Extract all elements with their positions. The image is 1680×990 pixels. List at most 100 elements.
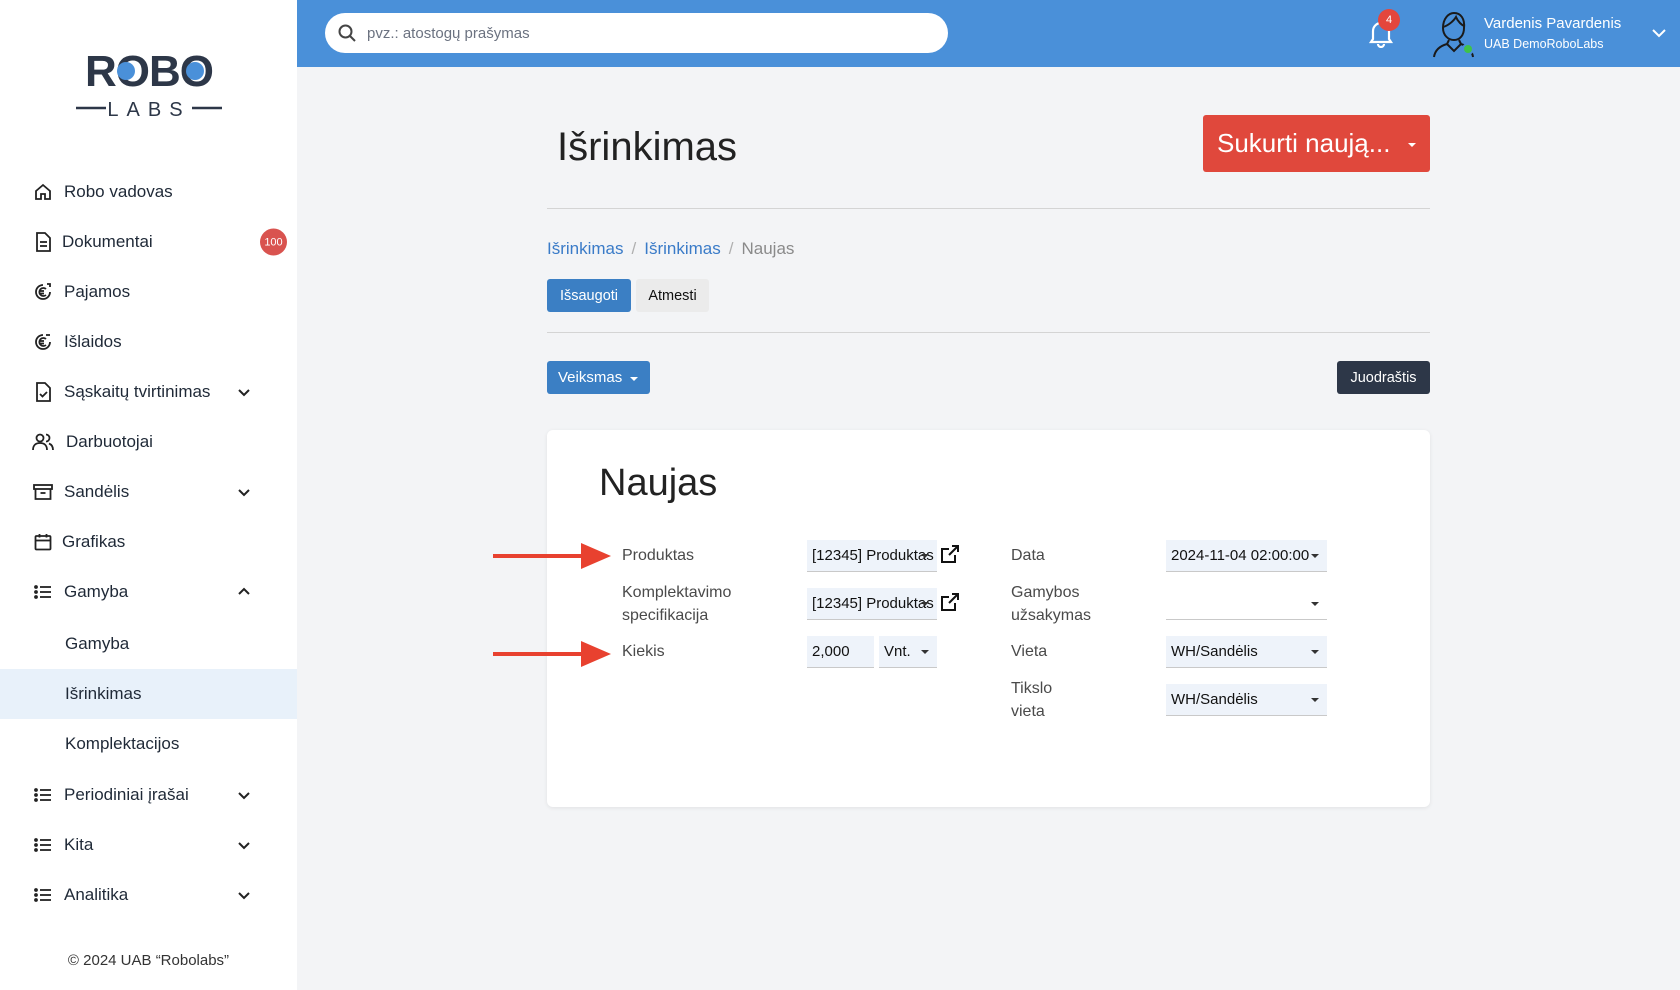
create-new-label: Sukurti naują... (1217, 128, 1391, 158)
document-icon (32, 231, 54, 253)
discard-button[interactable]: Atmesti (636, 279, 709, 312)
chevron-down-icon[interactable] (236, 787, 252, 803)
external-link-icon[interactable] (939, 591, 961, 613)
unit-of-measure-select[interactable]: Vnt. (879, 636, 937, 668)
sidebar-item-label: Gamyba (65, 634, 130, 653)
sidebar-subitem-isrinkimas[interactable]: Išrinkimas (0, 669, 297, 719)
destination-select[interactable]: WH/Sandėlis (1166, 684, 1327, 716)
sidebar-item-analitika[interactable]: Analitika (0, 870, 297, 920)
logo-bottom-text: LABS (107, 99, 190, 120)
sidebar-item-label: Darbuotojai (66, 432, 153, 451)
production-order-label-line1: Gamybos (1011, 584, 1080, 601)
search-box[interactable] (325, 13, 948, 53)
page-title: Išrinkimas (557, 125, 738, 169)
destination-label-line2: vieta (1011, 703, 1045, 720)
breadcrumb-separator: / (728, 239, 734, 258)
divider (547, 208, 1430, 209)
search-input[interactable] (367, 13, 937, 53)
sidebar-item-dokumentai[interactable]: Dokumentai 100 (0, 217, 297, 267)
sidebar-item-pajamos[interactable]: Pajamos (0, 267, 297, 317)
breadcrumb-separator: / (631, 239, 637, 258)
invoice-check-icon (32, 381, 54, 403)
sidebar-item-darbuotojai[interactable]: Darbuotojai (0, 417, 297, 467)
chevron-down-icon[interactable] (236, 484, 252, 500)
caret-down-icon (1311, 650, 1319, 654)
divider (547, 332, 1430, 333)
breadcrumb-link-2[interactable]: Išrinkimas (644, 239, 721, 259)
chevron-down-icon[interactable] (236, 837, 252, 853)
breadcrumb-link-1[interactable]: Išrinkimas (547, 239, 624, 259)
breadcrumb: Išrinkimas / Išrinkimas / Naujas (547, 239, 794, 259)
quantity-value: 2,000 (812, 643, 850, 660)
sidebar-subitem-komplektacijos[interactable]: Komplektacijos (0, 719, 297, 769)
save-button[interactable]: Išsaugoti (547, 279, 631, 312)
sidebar-item-label: Komplektacijos (65, 734, 180, 753)
caret-down-icon (1311, 554, 1319, 558)
breadcrumb-current: Naujas (741, 239, 795, 258)
chevron-down-icon[interactable] (1651, 26, 1667, 40)
product-label: Produktas (622, 547, 695, 564)
list-icon (32, 884, 54, 906)
calendar-icon (32, 531, 54, 553)
sidebar-item-label: Išlaidos (64, 332, 122, 351)
date-field[interactable]: 2024-11-04 02:00:00 (1166, 540, 1327, 572)
draft-status-button[interactable]: Juodraštis (1337, 361, 1430, 394)
euro-expense-icon (32, 331, 54, 353)
bom-label: Komplektavimo specifikacija (622, 581, 731, 627)
bom-value: [12345] Produktas (812, 595, 934, 612)
top-bar: 4 Vardenis Pavardenis UAB DemoRoboLabs (297, 0, 1680, 67)
sidebar-item-label: Grafikas (62, 532, 126, 551)
sidebar-item-label: Robo vadovas (64, 182, 173, 201)
users-icon (32, 431, 54, 453)
chevron-up-icon[interactable] (236, 584, 252, 600)
sidebar-item-label: Sąskaitų tvirtinimas (64, 382, 211, 401)
quantity-input[interactable]: 2,000 (807, 636, 874, 668)
destination-label: Tikslo vieta (1011, 677, 1052, 723)
copyright-text: © 2024 UAB “Robolabs” (67, 952, 230, 969)
sidebar-item-gamyba[interactable]: Gamyba (0, 567, 297, 617)
user-name[interactable]: Vardenis Pavardenis (1484, 15, 1621, 32)
production-order-label: Gamybos užsakymas (1011, 581, 1091, 627)
robolabs-logo[interactable]: ROBO LABS (76, 44, 222, 120)
action-dropdown-button[interactable]: Veiksmas (547, 361, 650, 394)
sidebar-item-saskaitu-tvirtinimas[interactable]: Sąskaitų tvirtinimas (0, 367, 297, 417)
notification-count-badge: 4 (1378, 9, 1400, 31)
bom-field[interactable]: [12345] Produktas (807, 588, 937, 620)
caret-down-icon (921, 650, 929, 654)
caret-down-icon (1311, 698, 1319, 702)
product-value: [12345] Produktas (812, 547, 934, 564)
form-title: Naujas (599, 462, 718, 504)
sidebar-item-periodiniai-irasai[interactable]: Periodiniai įrašai (0, 770, 297, 820)
sidebar-item-sandelis[interactable]: Sandėlis (0, 467, 297, 517)
location-select[interactable]: WH/Sandėlis (1166, 636, 1327, 668)
sidebar-subitem-gamyba[interactable]: Gamyba (0, 619, 297, 669)
caret-down-icon (1408, 143, 1416, 147)
sidebar-item-islaidos[interactable]: Išlaidos (0, 317, 297, 367)
chevron-down-icon[interactable] (236, 384, 252, 400)
create-new-button[interactable]: Sukurti naują... (1203, 115, 1430, 172)
caret-down-icon (630, 377, 638, 381)
sidebar-item-robo-vadovas[interactable]: Robo vadovas (0, 167, 297, 217)
destination-label-line1: Tikslo (1011, 680, 1053, 697)
quantity-label: Kiekis (622, 643, 665, 660)
product-field[interactable]: [12345] Produktas (807, 540, 937, 572)
list-icon (32, 834, 54, 856)
production-order-label-line2: užsakymas (1011, 607, 1092, 624)
bom-label-line2: specifikacija (622, 607, 709, 624)
user-company: UAB DemoRoboLabs (1484, 37, 1604, 51)
archive-box-icon (32, 481, 54, 503)
production-order-select[interactable] (1166, 588, 1327, 620)
action-label: Veiksmas (558, 369, 623, 386)
sidebar-item-kita[interactable]: Kita (0, 820, 297, 870)
sidebar-item-label: Dokumentai (62, 232, 153, 251)
list-icon (32, 784, 54, 806)
chevron-down-icon[interactable] (236, 887, 252, 903)
sidebar-item-label: Kita (64, 835, 94, 854)
sidebar-item-grafikas[interactable]: Grafikas (0, 517, 297, 567)
date-label: Data (1011, 547, 1045, 564)
euro-income-icon (32, 281, 54, 303)
sidebar-item-label: Sandėlis (64, 482, 130, 501)
sidebar-item-label: Gamyba (64, 582, 129, 601)
destination-value: WH/Sandėlis (1171, 691, 1258, 708)
external-link-icon[interactable] (939, 543, 961, 565)
